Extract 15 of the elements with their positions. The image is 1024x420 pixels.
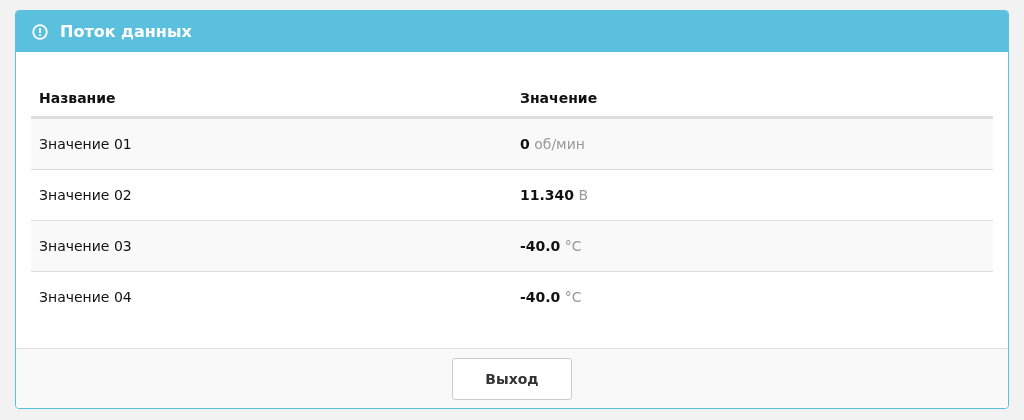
table-cell: Значение 03	[31, 220, 512, 272]
exclamation-icon	[32, 23, 48, 40]
table-cell: Значение 04	[31, 271, 512, 322]
panel-title: Поток данных	[60, 22, 192, 41]
value-text: 0	[520, 136, 530, 152]
value-text: 11.340	[520, 187, 575, 203]
value-text: -40.0	[520, 289, 561, 305]
table-cell: Значение 02	[31, 169, 512, 221]
table-cell: Значение 01	[31, 117, 512, 170]
unit-text: °C	[564, 238, 582, 254]
value-text: -40.0	[520, 238, 561, 254]
exit-button[interactable]: Выход	[452, 357, 572, 400]
unit-text: об/мин	[534, 136, 585, 152]
unit-text: °C	[564, 289, 582, 305]
unit-text: В	[578, 187, 589, 203]
